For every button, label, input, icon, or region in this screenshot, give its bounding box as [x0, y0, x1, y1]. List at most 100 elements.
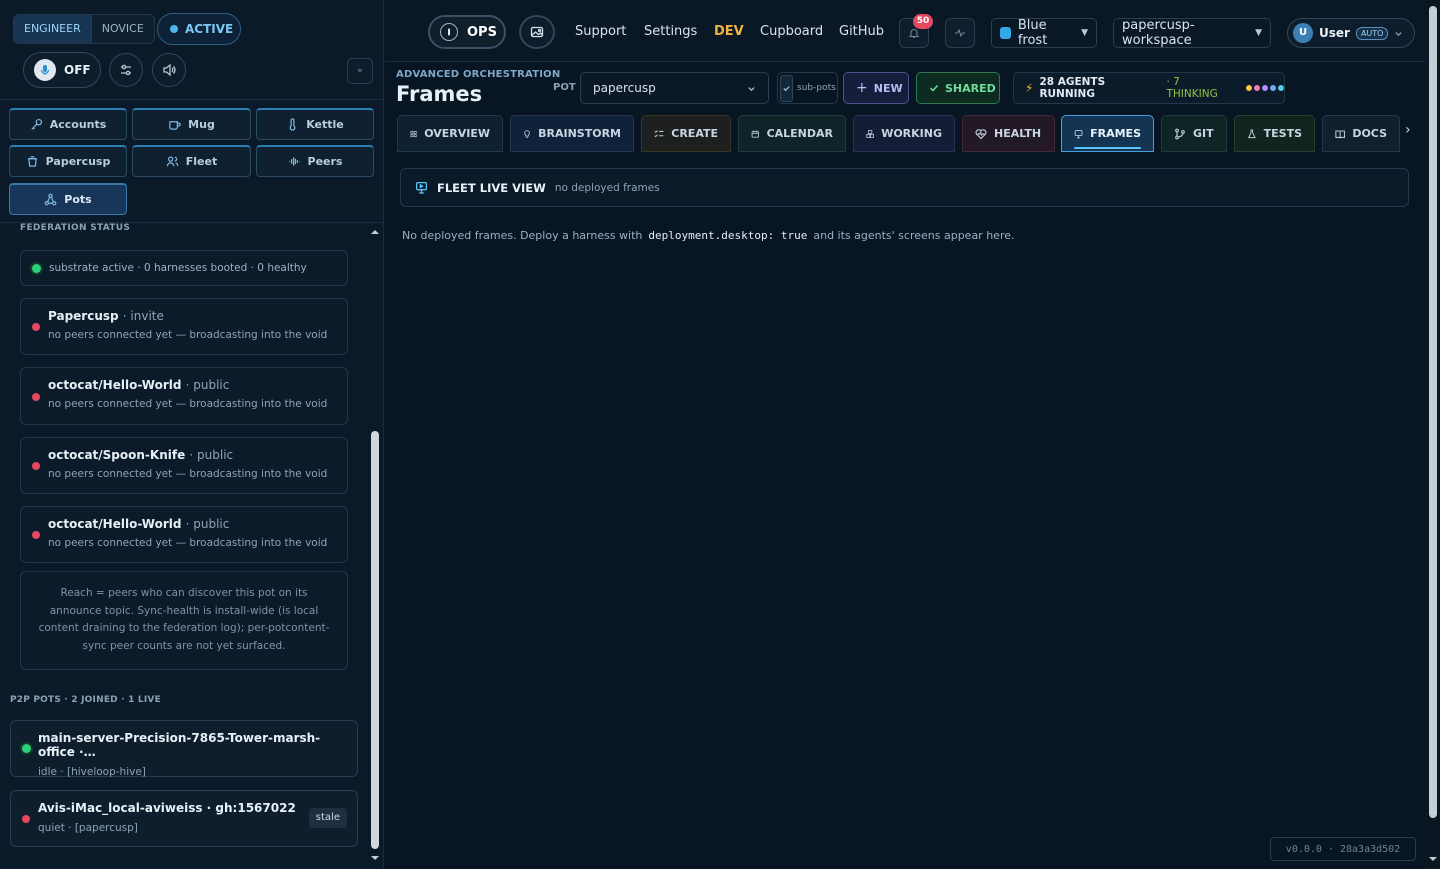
grid-icon	[410, 130, 417, 137]
agents-status[interactable]: ⚡ 28 AGENTS RUNNING · 7 THINKING	[1013, 72, 1285, 104]
tab-brainstorm[interactable]: BRAINSTORM	[510, 115, 634, 152]
cupboard-link[interactable]: Cupboard	[760, 24, 823, 39]
page-title: Frames	[396, 82, 483, 106]
nav-pots-label: Pots	[64, 193, 92, 206]
heart-pulse-icon	[975, 128, 987, 139]
book-icon	[1335, 129, 1345, 138]
active-status-button[interactable]: ACTIVE	[157, 13, 241, 45]
subpots-toggle[interactable]: sub-pots	[777, 72, 838, 104]
pot-visibility: · public	[185, 517, 230, 531]
volume-icon	[163, 63, 176, 77]
fleet-live-view-title: FLEET LIVE VIEW	[437, 180, 546, 195]
tab-calendar-label: CALENDAR	[766, 127, 833, 140]
pot-visibility: · public	[185, 378, 230, 392]
page-scrollbar-thumb[interactable]	[1429, 6, 1437, 818]
nav-accounts-button[interactable]: Accounts	[9, 108, 127, 140]
nav-fleet-button[interactable]: Fleet	[132, 145, 251, 177]
pot-card-title: Papercusp · invite	[48, 309, 347, 323]
support-link[interactable]: Support	[575, 24, 626, 39]
github-link[interactable]: GitHub	[839, 24, 884, 39]
tab-overview-label: OVERVIEW	[424, 127, 490, 140]
agents-running-label: 28 AGENTS RUNNING	[1039, 76, 1106, 100]
shared-button[interactable]: SHARED	[916, 72, 1000, 104]
tab-health-label: HEALTH	[994, 127, 1042, 140]
tabs-scroll-right-icon[interactable]: ›	[1405, 122, 1411, 138]
nav-kettle-button[interactable]: Kettle	[256, 108, 374, 140]
nav-papercusp-button[interactable]: Papercusp	[9, 145, 127, 177]
mode-engineer-button[interactable]: ENGINEER	[14, 15, 92, 43]
mode-novice-button[interactable]: NOVICE	[92, 15, 154, 43]
power-toggle-button[interactable]: OFF	[23, 52, 101, 88]
settings-link[interactable]: Settings	[644, 24, 697, 39]
tab-working[interactable]: WORKING	[853, 115, 955, 152]
mic-icon	[34, 59, 56, 81]
sidebar-scrollbar[interactable]	[369, 226, 381, 869]
calendar-icon	[751, 129, 759, 138]
ops-button[interactable]: OPS	[428, 15, 506, 49]
agent-dot-icon	[1262, 85, 1268, 91]
pot-status: no peers connected yet — broadcasting in…	[48, 398, 328, 410]
image-icon	[530, 26, 544, 38]
pot-name: octocat/Spoon-Knife	[48, 448, 186, 462]
pot-card[interactable]: octocat/Hello-World · public no peers co…	[20, 367, 348, 425]
pot-card[interactable]: octocat/Spoon-Knife · public no peers co…	[20, 437, 348, 494]
scroll-down-icon	[1429, 857, 1437, 861]
tab-health[interactable]: HEALTH	[962, 115, 1055, 152]
tab-frames[interactable]: FRAMES	[1061, 115, 1154, 152]
shared-label: SHARED	[945, 81, 996, 95]
activity-button[interactable]	[945, 18, 975, 48]
workspace-select[interactable]: papercusp-workspace ▼	[1113, 18, 1271, 48]
cup-icon	[27, 156, 37, 167]
pot-name: octocat/Hello-World	[48, 378, 182, 392]
tab-create[interactable]: CREATE	[641, 115, 731, 152]
new-pot-button[interactable]: + NEW	[843, 72, 909, 104]
empty-state-code: deployment.desktop: true	[648, 229, 808, 242]
active-label: ACTIVE	[185, 22, 234, 36]
subpots-label: sub-pots	[797, 83, 836, 93]
users-icon	[166, 156, 179, 167]
pot-card[interactable]: Papercusp · invite no peers connected ye…	[20, 298, 348, 355]
theme-swatch-icon	[1000, 27, 1011, 39]
plus-icon: +	[856, 80, 868, 96]
tab-overview[interactable]: OVERVIEW	[397, 115, 503, 152]
status-error-icon	[32, 323, 40, 331]
p2p-pot-card[interactable]: Avis-iMac_local-aviweiss · gh:1567022 qu…	[10, 790, 358, 847]
pot-select[interactable]: papercusp	[580, 72, 769, 104]
key-icon	[31, 118, 42, 130]
volume-button[interactable]	[152, 53, 186, 87]
tab-tests[interactable]: TESTS	[1234, 115, 1315, 152]
checkbox-icon	[780, 74, 793, 102]
dev-link[interactable]: DEV	[714, 24, 744, 39]
monitor-play-icon	[415, 181, 428, 194]
avatar: U	[1293, 23, 1313, 43]
thermometer-icon	[289, 118, 296, 131]
sidebar-scrollbar-thumb[interactable]	[371, 431, 379, 849]
pot-status: no peers connected yet — broadcasting in…	[48, 468, 328, 480]
page-scrollbar[interactable]	[1426, 0, 1440, 869]
mug-icon	[169, 121, 181, 130]
pot-card[interactable]: octocat/Hello-World · public no peers co…	[20, 506, 348, 563]
nav-mug-button[interactable]: Mug	[132, 108, 251, 140]
settings-sliders-button[interactable]	[109, 53, 143, 87]
auto-badge: AUTO	[1355, 26, 1389, 40]
monitor-icon	[1074, 129, 1083, 138]
tab-frames-label: FRAMES	[1090, 127, 1141, 140]
tab-calendar[interactable]: CALENDAR	[738, 115, 846, 152]
tab-brainstorm-label: BRAINSTORM	[538, 127, 621, 140]
nav-peers-button[interactable]: Peers	[256, 145, 374, 177]
screenshot-button[interactable]	[519, 15, 555, 49]
notification-count-badge: 50	[913, 14, 933, 29]
theme-select[interactable]: Blue frost ▼	[991, 18, 1097, 48]
checklist-icon	[654, 129, 664, 137]
boxes-icon	[866, 129, 874, 138]
tab-git[interactable]: GIT	[1161, 115, 1227, 152]
chevron-down-icon	[748, 86, 755, 91]
tab-docs[interactable]: DOCS	[1322, 115, 1400, 152]
mode-toggle: ENGINEER NOVICE	[13, 14, 155, 44]
collapse-sidebar-button[interactable]: «	[347, 58, 373, 84]
user-menu-button[interactable]: U User AUTO	[1287, 18, 1415, 48]
nav-pots-button[interactable]: Pots	[9, 183, 127, 215]
ops-label: OPS	[467, 24, 497, 40]
p2p-pot-card[interactable]: main-server-Precision-7865-Tower-marsh-o…	[10, 720, 358, 778]
fleet-live-view-subtitle: no deployed frames	[554, 181, 660, 194]
